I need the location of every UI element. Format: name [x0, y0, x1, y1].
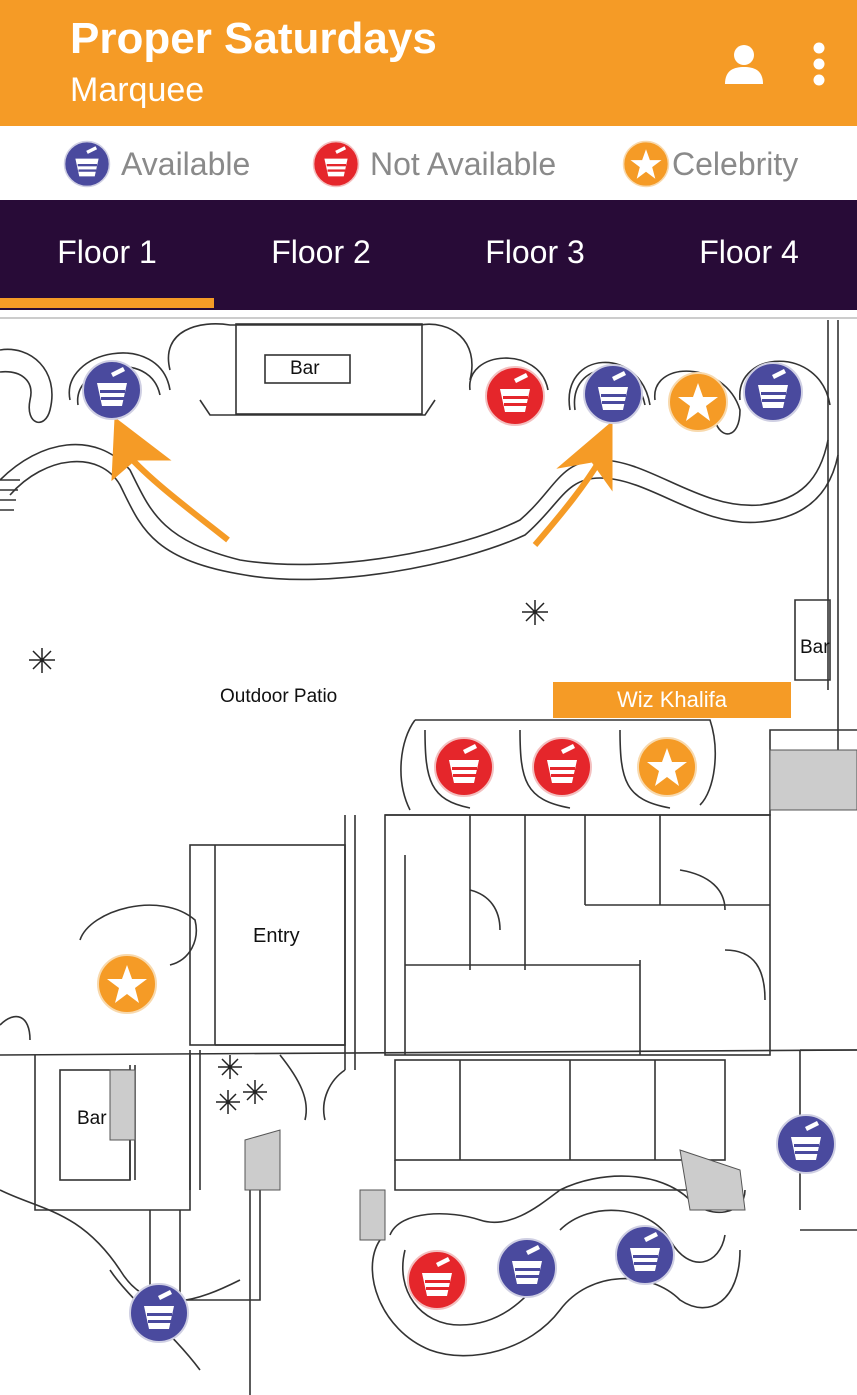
table-available[interactable]	[775, 1113, 837, 1175]
table-not-available[interactable]	[484, 365, 546, 427]
table-celebrity[interactable]	[667, 371, 729, 433]
ice-bucket-icon	[407, 1250, 467, 1310]
legend-available-label: Available	[121, 145, 251, 182]
star-icon	[97, 954, 157, 1014]
ice-bucket-icon	[532, 737, 592, 797]
outdoor-patio-label: Outdoor Patio	[220, 686, 338, 707]
legend: Available Not Available Celebrity	[0, 126, 857, 200]
star-icon	[637, 737, 697, 797]
table-not-available[interactable]	[406, 1249, 468, 1311]
star-icon	[668, 372, 728, 432]
arrow-indicator-icon	[111, 417, 613, 547]
ice-bucket-icon	[497, 1238, 557, 1298]
tab-floor-2[interactable]: Floor 2	[214, 200, 428, 310]
legend-celebrity: Celebrity	[622, 140, 799, 188]
table-not-available[interactable]	[433, 736, 495, 798]
floor-tabs: Floor 1 Floor 2 Floor 3 Floor 4	[0, 200, 857, 310]
legend-not-available: Not Available	[312, 140, 557, 188]
bar-label-left: Bar	[77, 1108, 107, 1129]
venue-name: Marquee	[70, 71, 205, 109]
tab-floor-4[interactable]: Floor 4	[642, 200, 856, 310]
ice-bucket-icon	[82, 360, 142, 420]
ice-bucket-icon	[776, 1114, 836, 1174]
ice-bucket-icon	[615, 1225, 675, 1285]
user-icon[interactable]	[720, 40, 768, 88]
tab-selected-indicator	[0, 298, 214, 308]
ice-bucket-icon	[63, 140, 111, 188]
bar-label-right: Bar	[800, 637, 830, 658]
table-available[interactable]	[81, 359, 143, 421]
more-options-icon[interactable]	[800, 38, 838, 90]
table-celebrity[interactable]	[96, 953, 158, 1015]
tab-floor-1[interactable]: Floor 1	[0, 200, 214, 310]
legend-available: Available	[63, 140, 251, 188]
legend-celebrity-label: Celebrity	[672, 145, 799, 182]
bar-label-top: Bar	[290, 358, 320, 379]
floor-plan-map[interactable]: Bar Bar Bar Outdoor Patio Entry Wiz Khal…	[0, 310, 857, 1395]
ice-bucket-icon	[743, 362, 803, 422]
table-available[interactable]	[614, 1224, 676, 1286]
ice-bucket-icon	[312, 140, 360, 188]
legend-not-available-label: Not Available	[370, 145, 557, 182]
table-available[interactable]	[742, 361, 804, 423]
ice-bucket-icon	[583, 364, 643, 424]
ice-bucket-icon	[434, 737, 494, 797]
app-bar: Proper Saturdays Marquee	[0, 0, 857, 126]
ice-bucket-icon	[129, 1283, 189, 1343]
ice-bucket-icon	[485, 366, 545, 426]
tab-floor-3[interactable]: Floor 3	[428, 200, 642, 310]
table-not-available[interactable]	[531, 736, 593, 798]
table-celebrity[interactable]	[636, 736, 698, 798]
event-title: Proper Saturdays	[70, 14, 437, 63]
celebrity-name-callout: Wiz Khalifa	[553, 682, 791, 718]
floor-plan-drawing	[0, 317, 857, 1395]
table-available[interactable]	[582, 363, 644, 425]
entry-label: Entry	[253, 925, 300, 947]
star-icon	[622, 140, 670, 188]
table-available[interactable]	[128, 1282, 190, 1344]
table-available[interactable]	[496, 1237, 558, 1299]
